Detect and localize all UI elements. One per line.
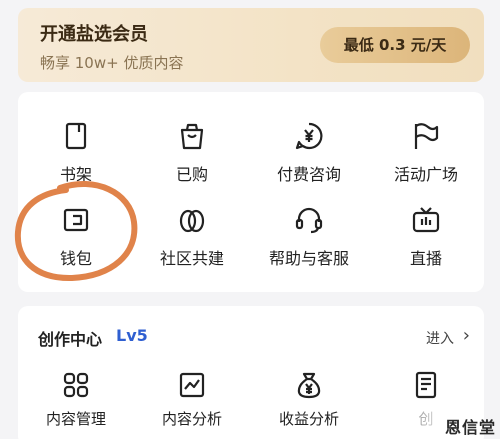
chevron-right-icon[interactable]: › [463,325,470,346]
grid-label: 钱包 [59,249,92,268]
grid-label: 书架 [59,165,92,184]
grid-label: 付费咨询 [276,165,341,184]
vip-banner[interactable]: 开通盐选会员 畅享 10w+ 优质内容 最低 0.3 元/天 [18,8,484,82]
grid-label: 社区共建 [159,249,224,268]
grid-label: 已购 [175,165,208,184]
grid-item-paid-consult[interactable]: 付费咨询 [251,120,367,185]
vip-price-button[interactable]: 最低 0.3 元/天 [320,27,470,63]
document-icon [415,371,437,399]
community-icon [179,209,205,233]
grid-label: 帮助与客服 [268,249,349,268]
grid-item-live[interactable]: 直播 [368,204,484,269]
grid-item-activity[interactable]: 活动广场 [368,120,484,185]
watermark-fade [368,404,448,439]
flag-icon [414,123,439,149]
money-bag-icon [297,372,321,399]
feature-grid-card: 书架 已购 付费咨询 活动广场 钱包 社区共建 帮助与客服 直播 [18,92,484,292]
vip-subtitle: 畅享 10w+ 优质内容 [40,54,184,72]
grid-label: 直播 [409,249,442,268]
grid-item-purchased[interactable]: 已购 [134,120,250,185]
creator-item-revenue-analysis[interactable]: 收益分析 [251,370,367,429]
creator-item-content-analysis[interactable]: 内容分析 [134,370,250,429]
grid-label: 活动广场 [393,165,458,184]
wallet-icon [63,208,89,232]
grid-item-help[interactable]: 帮助与客服 [251,204,367,269]
grid-item-bookshelf[interactable]: 书架 [18,120,134,185]
chart-icon [179,372,205,398]
creator-level-badge: Lv5 [116,326,148,345]
creator-item-label: 内容管理 [45,410,106,428]
creator-item-content-manage[interactable]: 内容管理 [18,370,134,429]
grid-apps-icon [63,372,89,398]
paid-consult-icon [295,122,323,150]
bookshelf-icon [65,122,87,150]
creator-title: 创作中心 [38,330,103,349]
headset-icon [295,207,323,234]
live-tv-icon [412,207,440,233]
vip-title: 开通盐选会员 [40,24,148,45]
watermark-text: 恩信堂 [444,418,496,437]
shopping-bag-icon [180,123,204,150]
grid-item-community[interactable]: 社区共建 [134,204,250,269]
grid-item-wallet[interactable]: 钱包 [18,204,134,269]
creator-item-label: 内容分析 [161,410,222,428]
creator-enter-link[interactable]: 进入 [426,328,454,348]
creator-item-label: 收益分析 [278,410,339,428]
